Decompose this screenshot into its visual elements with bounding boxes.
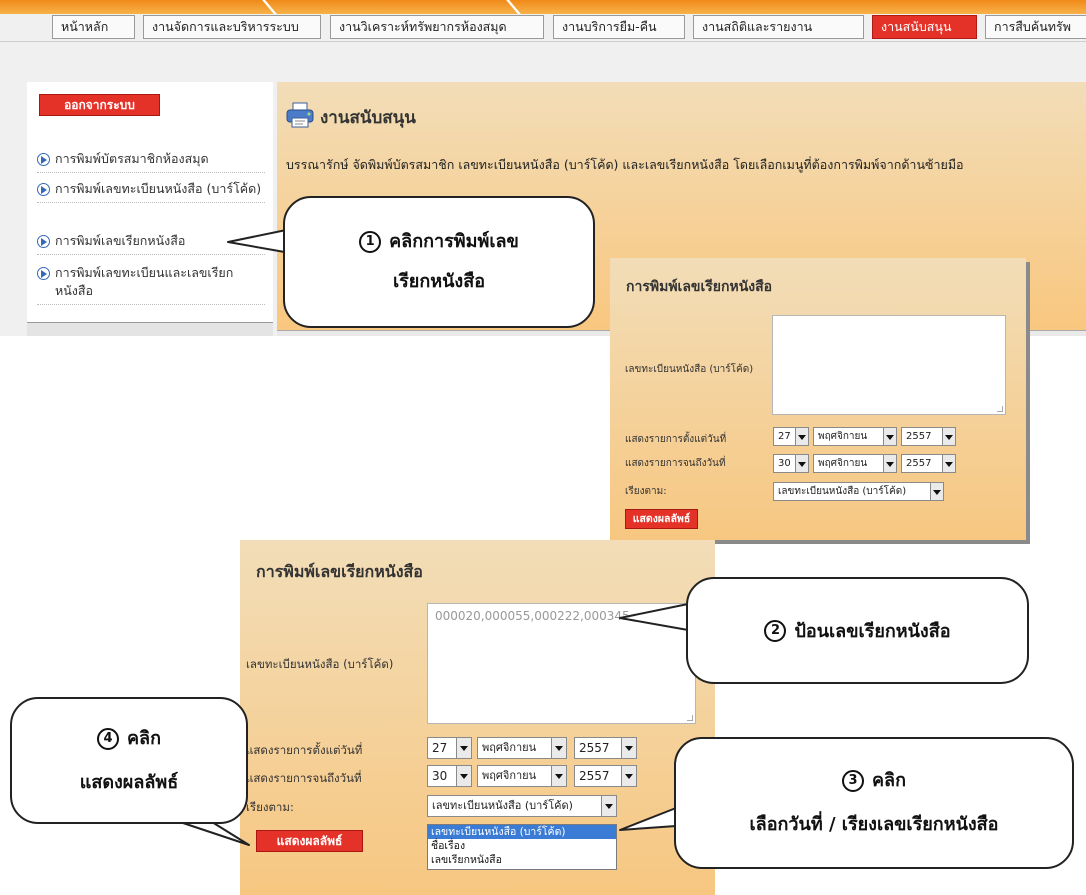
chevron-down-icon [551, 766, 566, 786]
logout-button[interactable]: ออกจากระบบ [39, 94, 160, 116]
callout-step-4: 4 คลิก แสดงผลลัพธ์ [10, 697, 248, 824]
resize-grip-icon [687, 715, 693, 721]
to-day-select[interactable]: 30 [773, 454, 809, 473]
sort-select[interactable]: เลขทะเบียนหนังสือ (บาร์โค้ด) [427, 795, 617, 817]
resize-grip-icon [997, 406, 1003, 412]
callout-tail [179, 821, 250, 846]
sidebar-item-print-barcode[interactable]: การพิมพ์เลขทะเบียนหนังสือ (บาร์โค้ด) [37, 180, 265, 203]
sidebar-bottom-frame [27, 322, 273, 336]
tab-system-management[interactable]: งานจัดการและบริหารระบบ [143, 15, 321, 39]
page-title: งานสนับสนุน [320, 108, 416, 128]
tab-home[interactable]: หน้าหลัก [52, 15, 135, 39]
sort-label: เรียงตาม: [625, 486, 667, 497]
to-year-select[interactable]: 2557 [901, 454, 956, 473]
show-results-button[interactable]: แสดงผลลัพธ์ [256, 830, 363, 852]
from-month-select[interactable]: พฤศจิกายน [477, 737, 567, 759]
callout-step-3: 3 คลิก เลือกวันที่ / เรียงเลขเรียกหนังสือ [674, 737, 1074, 869]
show-results-button[interactable]: แสดงผลลัพธ์ [625, 509, 698, 529]
sidebar-item-label: การพิมพ์เลขทะเบียนหนังสือ (บาร์โค้ด) [55, 181, 262, 196]
arrow-bullet-icon [37, 235, 50, 248]
chevron-down-icon [456, 766, 471, 786]
chevron-down-icon [601, 796, 616, 816]
strip-divider [506, 0, 521, 14]
chevron-down-icon [621, 738, 636, 758]
sort-dropdown-list[interactable]: เลขทะเบียนหนังสือ (บาร์โค้ด) ชื่อเรื่อง … [427, 824, 617, 870]
tab-circulation[interactable]: งานบริการยืม-คืน [553, 15, 685, 39]
form-title: การพิมพ์เลขเรียกหนังสือ [626, 279, 773, 295]
chevron-down-icon [942, 455, 955, 472]
chevron-down-icon [551, 738, 566, 758]
chevron-down-icon [795, 455, 808, 472]
arrow-bullet-icon [37, 183, 50, 196]
sidebar-item-print-call-number[interactable]: การพิมพ์เลขเรียกหนังสือ [37, 232, 265, 255]
printer-icon [286, 102, 314, 128]
chevron-down-icon [930, 483, 943, 500]
from-month-select[interactable]: พฤศจิกายน [813, 427, 897, 446]
to-month-select[interactable]: พฤศจิกายน [477, 765, 567, 787]
step-number-icon: 2 [764, 619, 787, 642]
sidebar-item-label: การพิมพ์บัตรสมาชิกห้องสมุด [55, 151, 209, 166]
form-title: การพิมพ์เลขเรียกหนังสือ [256, 562, 423, 581]
arrow-bullet-icon [37, 153, 50, 166]
step-number-icon: 4 [97, 727, 119, 750]
chevron-down-icon [942, 428, 955, 445]
sort-option-barcode[interactable]: เลขทะเบียนหนังสือ (บาร์โค้ด) [428, 825, 616, 839]
barcode-label: เลขทะเบียนหนังสือ (บาร์โค้ด) [246, 657, 394, 671]
arrow-bullet-icon [37, 267, 50, 280]
tab-resource-analysis[interactable]: งานวิเคราะห์ทรัพยากรห้องสมุด [330, 15, 544, 39]
tab-search[interactable]: การสืบค้นทรัพ [985, 15, 1086, 39]
sidebar-item-print-barcode-and-call-number[interactable]: การพิมพ์เลขทะเบียนและเลขเรียกหนังสือ [37, 264, 265, 305]
from-day-select[interactable]: 27 [773, 427, 809, 446]
barcode-textarea[interactable]: 000020,000055,000222,000345 [427, 603, 696, 724]
sort-option-title[interactable]: ชื่อเรื่อง [428, 839, 616, 853]
to-date-label: แสดงรายการจนถึงวันที่ [246, 771, 362, 785]
barcode-label: เลขทะเบียนหนังสือ (บาร์โค้ด) [625, 364, 754, 375]
tab-statistics[interactable]: งานสถิติและรายงาน [693, 15, 864, 39]
chevron-down-icon [795, 428, 808, 445]
from-year-select[interactable]: 2557 [901, 427, 956, 446]
to-day-select[interactable]: 30 [427, 765, 472, 787]
chevron-down-icon [883, 428, 896, 445]
chevron-down-icon [621, 766, 636, 786]
sidebar-item-print-member-card[interactable]: การพิมพ์บัตรสมาชิกห้องสมุด [37, 150, 265, 173]
callout-step-2: 2 ป้อนเลขเรียกหนังสือ [686, 577, 1029, 684]
chevron-down-icon [883, 455, 896, 472]
sidebar-item-label: การพิมพ์เลขเรียกหนังสือ [55, 233, 186, 248]
strip-divider [262, 0, 277, 14]
page-description: บรรณารักษ์ จัดพิมพ์บัตรสมาชิก เลขทะเบียน… [286, 157, 964, 172]
sort-select[interactable]: เลขทะเบียนหนังสือ (บาร์โค้ด) [773, 482, 944, 501]
barcode-textarea[interactable] [772, 315, 1006, 415]
to-month-select[interactable]: พฤศจิกายน [813, 454, 897, 473]
to-year-select[interactable]: 2557 [574, 765, 637, 787]
from-date-label: แสดงรายการตั้งแต่วันที่ [625, 434, 727, 445]
callout-step-1: 1 คลิกการพิมพ์เลข เรียกหนังสือ [283, 196, 595, 328]
from-day-select[interactable]: 27 [427, 737, 472, 759]
from-date-label: แสดงรายการตั้งแต่วันที่ [246, 743, 363, 757]
tab-support[interactable]: งานสนับสนุน [872, 15, 977, 39]
top-strip [0, 0, 1086, 14]
step-number-icon: 1 [359, 231, 382, 253]
to-date-label: แสดงรายการจนถึงวันที่ [625, 458, 726, 469]
sort-option-call-number[interactable]: เลขเรียกหนังสือ [428, 853, 616, 867]
step-number-icon: 3 [842, 770, 864, 792]
sidebar-item-label: การพิมพ์เลขทะเบียนและเลขเรียกหนังสือ [55, 265, 234, 298]
sort-label: เรียงตาม: [246, 800, 294, 814]
chevron-down-icon [456, 738, 471, 758]
from-year-select[interactable]: 2557 [574, 737, 637, 759]
